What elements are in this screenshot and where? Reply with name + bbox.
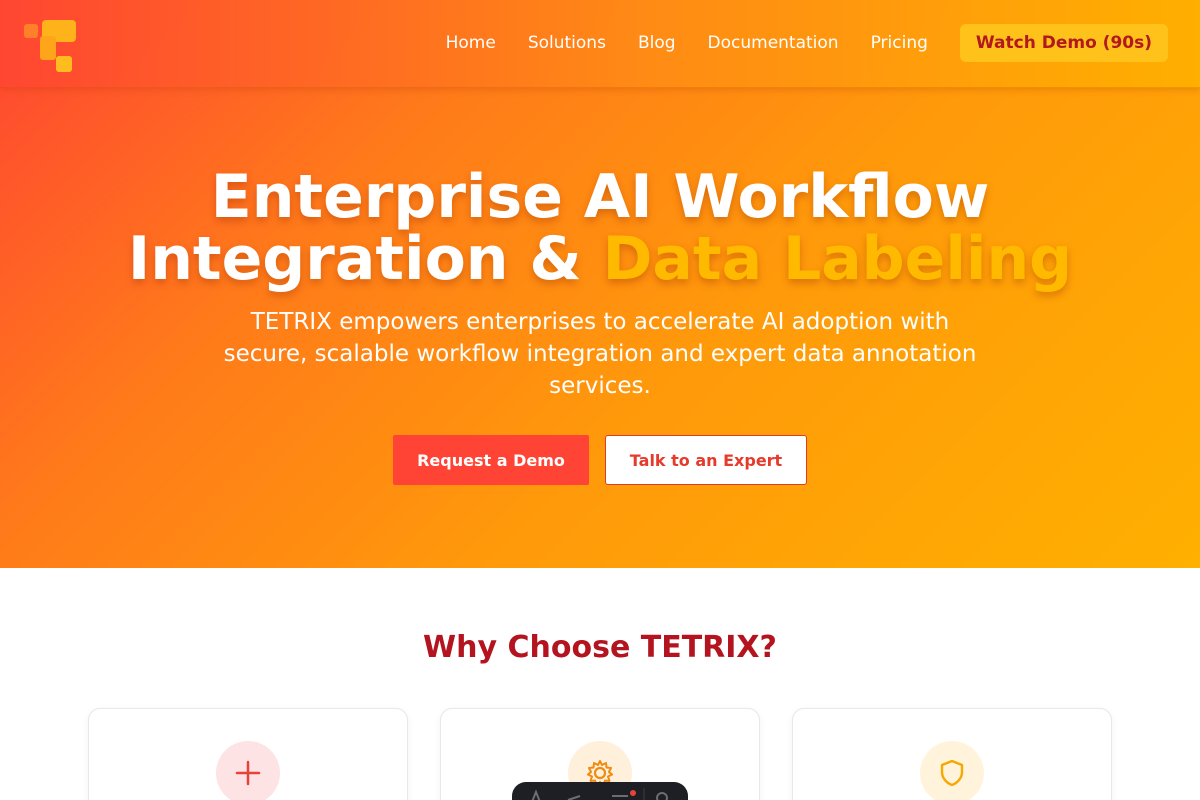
nav-blog-link[interactable]: Blog [638, 33, 676, 53]
hero-title-accent: Data Labeling [602, 224, 1073, 294]
hero-title-line1: Enterprise AI Workflow [210, 162, 990, 232]
top-navbar: Home Solutions Blog Documentation Pricin… [0, 0, 1200, 88]
talk-to-expert-button[interactable]: Talk to an Expert [605, 435, 807, 485]
hero-title-line2-main: Integration & [127, 224, 603, 294]
nav-links: Home Solutions Blog Documentation Pricin… [414, 24, 1168, 62]
feature-card-1 [88, 708, 408, 800]
hero-subtitle: TETRIX empowers enterprises to accelerat… [223, 309, 977, 399]
shield-icon [920, 741, 984, 800]
plus-icon [216, 741, 280, 800]
why-section-title: Why Choose TETRIX? [423, 630, 777, 665]
hero-section: Home Solutions Blog Documentation Pricin… [0, 0, 1200, 568]
nav-solutions-link[interactable]: Solutions [528, 33, 606, 53]
feature-card-3 [792, 708, 1112, 800]
watch-demo-button[interactable]: Watch Demo (90s) [959, 24, 1168, 62]
nav-pricing-link[interactable]: Pricing [871, 33, 928, 53]
hero-title-line2: Integration & Data Labeling [0, 228, 1200, 290]
tetrix-logo[interactable] [22, 18, 78, 74]
nav-home-link[interactable]: Home [446, 33, 496, 53]
floating-toolbar[interactable] [512, 782, 688, 800]
hero-title: Enterprise AI Workflow Integration & Dat… [0, 166, 1200, 290]
nav-documentation-link[interactable]: Documentation [708, 33, 839, 53]
toolbar-icons [531, 788, 668, 800]
request-demo-button[interactable]: Request a Demo [393, 435, 589, 485]
